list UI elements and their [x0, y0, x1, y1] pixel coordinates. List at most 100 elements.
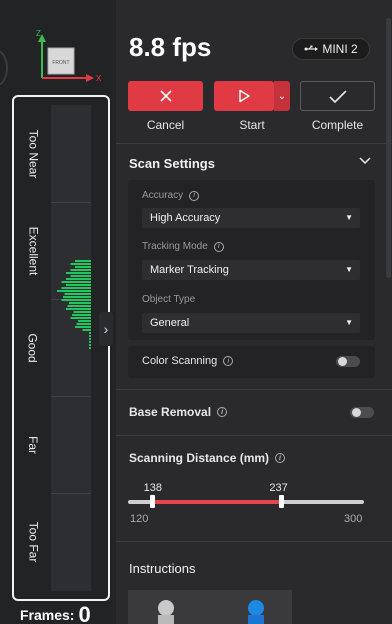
toggle-knob	[352, 408, 361, 417]
instruction-thumbnails	[128, 590, 292, 624]
frames-counter: Frames: 0	[20, 602, 91, 624]
divider	[116, 435, 392, 436]
histogram-tick	[75, 260, 91, 262]
divider	[116, 541, 392, 542]
histogram-tick	[70, 275, 91, 277]
axis-gizmo: FRONT Z X	[36, 29, 102, 83]
object-type-select[interactable]: General ▼	[142, 313, 360, 333]
chevron-right-icon: ›	[103, 321, 109, 337]
distance-histogram	[57, 260, 91, 349]
histogram-tick	[61, 299, 91, 301]
histogram-tick	[89, 344, 91, 346]
complete-label: Complete	[311, 118, 364, 132]
cancel-button[interactable]	[128, 81, 203, 111]
cube-face-label: FRONT	[52, 60, 69, 66]
frames-value: 0	[78, 602, 91, 624]
histogram-tick	[57, 290, 91, 292]
histogram-tick	[66, 308, 91, 310]
divider	[116, 143, 392, 144]
histogram-tick	[82, 329, 91, 331]
accuracy-value: High Accuracy	[150, 212, 221, 224]
accuracy-label: Accuracy i	[142, 190, 200, 201]
histogram-tick	[70, 269, 91, 271]
slider-low-handle[interactable]	[149, 495, 155, 508]
z-axis-label: Z	[36, 29, 41, 38]
band-too-near: Too Near	[26, 129, 41, 178]
scanning-distance-title: Scanning Distance (mm) i	[129, 451, 286, 465]
histogram-tick	[75, 326, 91, 328]
histogram-tick	[69, 302, 91, 304]
slider-max-label: 300	[344, 513, 363, 525]
histogram-tick	[61, 281, 91, 283]
info-icon[interactable]: i	[223, 356, 234, 366]
start-label: Start	[239, 118, 265, 132]
caret-down-icon: ▼	[345, 318, 353, 327]
object-type-label: Object Type	[142, 294, 196, 305]
histogram-tick	[70, 263, 91, 265]
chevron-down-icon: ⌄	[277, 90, 287, 102]
caret-down-icon: ▼	[345, 265, 353, 274]
instructions-title: Instructions	[129, 561, 196, 576]
slider-high-value: 237	[269, 482, 288, 494]
histogram-tick	[72, 314, 91, 316]
base-removal-label: Base Removal i	[129, 405, 228, 419]
x-axis-label: X	[96, 74, 102, 83]
slider-selected-range	[151, 500, 282, 504]
complete-button[interactable]	[300, 81, 375, 111]
start-button[interactable]	[214, 81, 274, 111]
info-icon[interactable]: i	[217, 407, 228, 417]
scan-settings-collapse[interactable]	[359, 154, 371, 168]
device-label: MINI 2	[322, 42, 358, 56]
collapse-panel-button[interactable]: ›	[99, 312, 113, 346]
scan-settings-title: Scan Settings	[129, 156, 215, 171]
scanner-app: FRONT Z X Too Near Excellent Good Far To…	[0, 0, 392, 624]
base-removal-toggle[interactable]	[350, 407, 374, 418]
band-labels: Too Near Excellent Good Far Too Far	[14, 105, 52, 591]
histogram-tick	[89, 338, 91, 340]
histogram-tick	[61, 287, 91, 289]
histogram-tick	[89, 335, 91, 337]
color-scanning-label: Color Scanning i	[142, 355, 234, 367]
play-icon	[239, 89, 250, 103]
band-far: Far	[26, 435, 40, 454]
usb-icon	[304, 45, 319, 51]
info-icon[interactable]: i	[213, 241, 224, 252]
histogram-tick	[66, 284, 91, 286]
slider-high-handle[interactable]	[279, 495, 285, 508]
histogram-tick	[78, 320, 91, 322]
histogram-tick	[66, 278, 91, 280]
scanning-distance-slider[interactable]	[128, 495, 364, 508]
histogram-tick	[70, 317, 91, 319]
tracking-mode-label: Tracking Mode i	[142, 241, 224, 252]
histogram-tick	[89, 347, 91, 349]
histogram-tick	[75, 266, 91, 268]
band-good: Good	[25, 332, 40, 363]
histogram-tick	[76, 323, 91, 325]
band-too-far: Too Far	[26, 521, 40, 562]
close-icon	[159, 90, 172, 102]
toggle-knob	[338, 357, 347, 366]
info-icon[interactable]: i	[189, 190, 200, 201]
accuracy-select[interactable]: High Accuracy ▼	[142, 208, 360, 228]
cancel-label: Cancel	[146, 118, 185, 132]
histogram-tick	[66, 272, 91, 274]
band-excellent: Excellent	[26, 226, 41, 275]
histogram-tick	[67, 305, 91, 307]
settings-scrollbar[interactable]	[386, 18, 391, 278]
start-dropdown-button[interactable]: ⌄	[274, 81, 290, 111]
bust-image-gray	[158, 600, 174, 624]
fps-readout: 8.8 fps	[129, 32, 212, 62]
divider	[116, 389, 392, 390]
tracking-mode-select[interactable]: Marker Tracking ▼	[142, 260, 360, 280]
bust-image-blue	[248, 600, 264, 624]
device-badge[interactable]: MINI 2	[292, 38, 370, 60]
histogram-tick	[89, 341, 91, 343]
slider-min-label: 120	[130, 513, 149, 525]
info-icon[interactable]: i	[275, 453, 286, 463]
histogram-tick	[89, 332, 91, 334]
histogram-tick	[63, 296, 91, 298]
color-scanning-toggle[interactable]	[336, 356, 360, 367]
histogram-tick	[73, 311, 91, 313]
frames-label: Frames:	[20, 607, 75, 623]
chevron-up-down-icon	[359, 157, 371, 165]
